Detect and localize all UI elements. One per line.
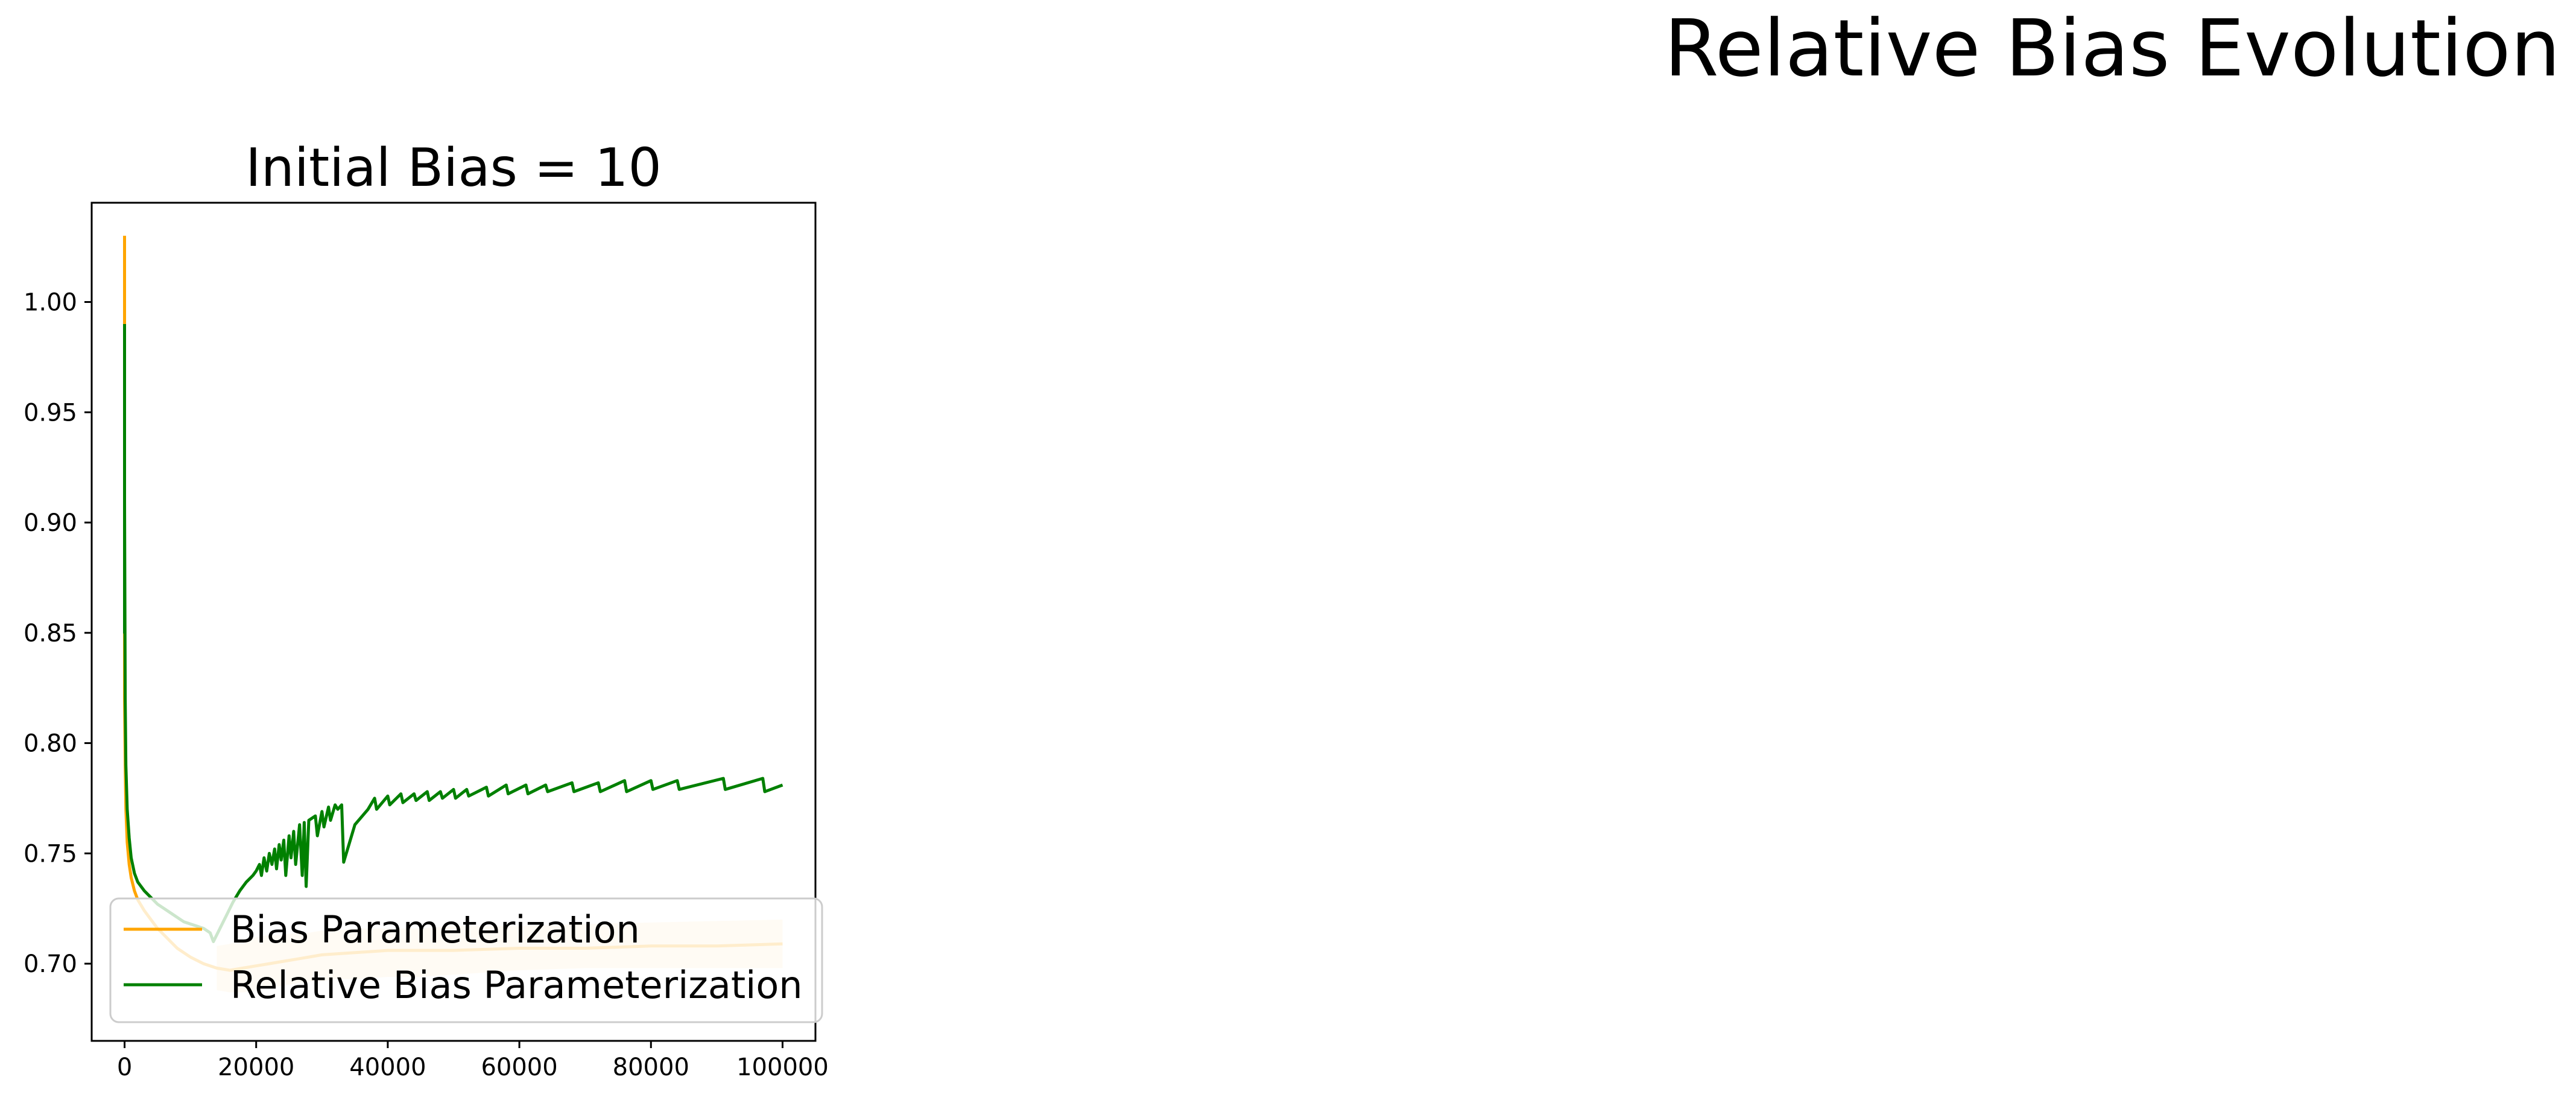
- x-tick-label: 0: [117, 1054, 132, 1081]
- legend-label: Relative Bias Parameterization: [230, 963, 803, 1007]
- figure-suptitle: Relative Bias Evolution: [1664, 2, 2560, 94]
- line-chart: Initial Bias = 10 0 20000 40000 60000 80000 1…: [24, 137, 829, 1081]
- x-tick-label: 80000: [613, 1054, 689, 1081]
- y-tick-label: 0.80: [24, 730, 77, 758]
- chart-title: Initial Bias = 10: [245, 137, 662, 199]
- x-tick-label: 20000: [218, 1054, 294, 1081]
- y-tick-label: 1.00: [24, 288, 77, 316]
- x-axis: 0 20000 40000 60000 80000 100000: [117, 1041, 829, 1081]
- y-tick-label: 0.75: [24, 840, 77, 868]
- y-axis: 0.70 0.75 0.80 0.85 0.90 0.95 1.00: [24, 288, 92, 978]
- figure-canvas: Relative Bias Evolution Initial Bias = 1…: [24, 2, 2560, 1081]
- y-tick-label: 0.90: [24, 509, 77, 537]
- y-tick-label: 0.85: [24, 620, 77, 647]
- legend: Bias Parameterization Relative Bias Param…: [109, 897, 823, 1023]
- y-tick-label: 0.95: [24, 399, 77, 427]
- legend-label: Bias Parameterization: [230, 908, 640, 952]
- x-tick-label: 40000: [349, 1054, 426, 1081]
- x-tick-label: 100000: [736, 1054, 829, 1081]
- x-tick-label: 60000: [481, 1054, 557, 1081]
- y-tick-label: 0.70: [24, 950, 77, 978]
